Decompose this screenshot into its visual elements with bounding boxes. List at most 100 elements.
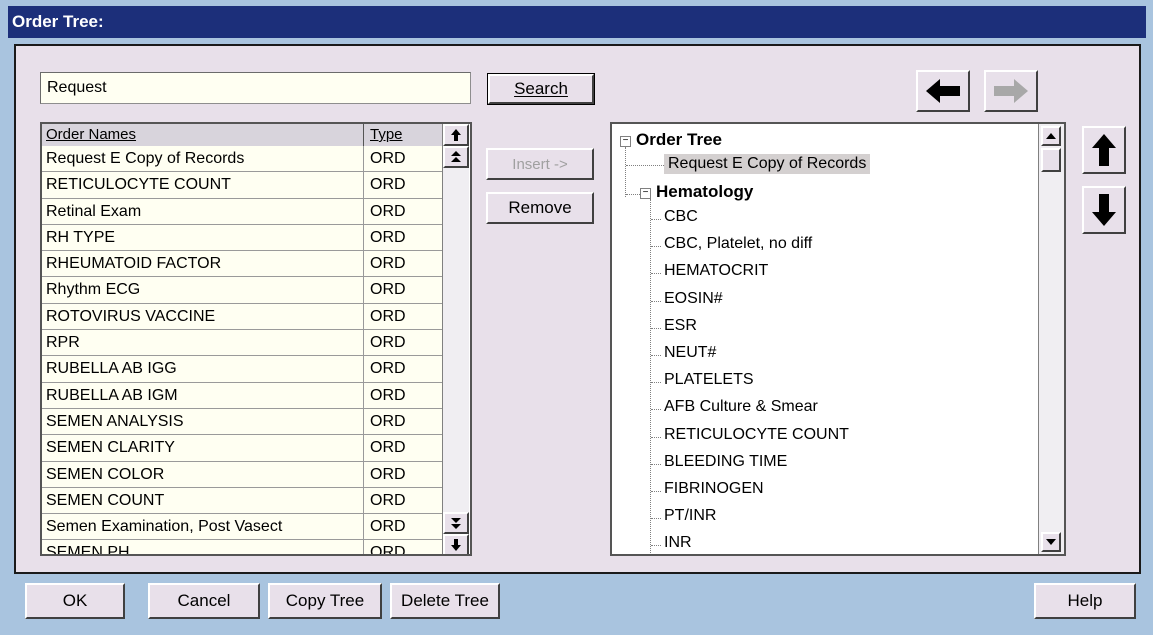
- tree-item[interactable]: BLEEDING TIME: [664, 453, 787, 471]
- arrow-up-icon: [1092, 134, 1116, 166]
- tree-item[interactable]: PLATELETS: [664, 371, 754, 389]
- arrow-up-icon: [451, 129, 461, 141]
- order-name-cell: Request E Copy of Records: [42, 146, 364, 172]
- table-row[interactable]: RH TYPE ORD: [42, 224, 442, 252]
- tree-connector: [626, 165, 664, 166]
- double-chevron-down-icon: [451, 518, 461, 529]
- title-bar: Order Tree:: [0, 0, 1153, 42]
- cancel-button[interactable]: Cancel: [148, 583, 260, 619]
- order-name-cell: SEMEN PH: [42, 540, 364, 554]
- tree-connector: [651, 545, 661, 547]
- tree-connector: [651, 327, 661, 329]
- table-row[interactable]: RHEUMATOID FACTOR ORD: [42, 251, 442, 278]
- table-row[interactable]: Retinal Exam ORD: [42, 198, 442, 225]
- table-row[interactable]: Rhythm ECG ORD: [42, 277, 442, 304]
- tree-item[interactable]: INR: [664, 534, 692, 552]
- tree-connector: [651, 355, 661, 356]
- tree-item[interactable]: CBC, Platelet, no diff: [664, 235, 812, 253]
- move-up-button[interactable]: [1082, 126, 1126, 174]
- tree-item[interactable]: FIBRINOGEN: [664, 480, 764, 498]
- order-type-cell: ORD: [370, 202, 406, 220]
- tree-scroll-down-button[interactable]: [1041, 532, 1061, 552]
- order-tree-view[interactable]: − Order Tree Request E Copy of Records −…: [610, 122, 1066, 556]
- tree-item[interactable]: ESR: [664, 317, 697, 335]
- cancel-button-label: Cancel: [177, 591, 231, 610]
- table-row[interactable]: RETICULOCYTE COUNT ORD: [42, 172, 442, 199]
- tree-item[interactable]: NEUT#: [664, 344, 716, 362]
- arrow-left-icon: [926, 79, 960, 103]
- tree-item[interactable]: EOSIN#: [664, 290, 723, 308]
- delete-tree-button-label: Delete Tree: [401, 591, 489, 610]
- tree-root-order-tree[interactable]: Order Tree: [636, 130, 722, 150]
- table-row[interactable]: ROTOVIRUS VACCINE ORD: [42, 303, 442, 331]
- table-row[interactable]: SEMEN ANALYSIS ORD: [42, 408, 442, 436]
- delete-tree-button[interactable]: Delete Tree: [390, 583, 500, 619]
- order-type-cell: ORD: [370, 465, 406, 483]
- tree-connector: [625, 147, 626, 197]
- order-type-cell: ORD: [370, 518, 406, 536]
- order-name-cell: Semen Examination, Post Vasect: [42, 514, 364, 540]
- order-name-cell: SEMEN COLOR: [42, 461, 364, 487]
- table-row[interactable]: Semen Examination, Post Vasect ORD: [42, 514, 442, 541]
- table-row[interactable]: RUBELLA AB IGM ORD: [42, 382, 442, 409]
- tree-item[interactable]: PT/INR: [664, 507, 716, 525]
- order-type-cell: ORD: [370, 255, 406, 273]
- ok-button[interactable]: OK: [25, 583, 125, 619]
- search-button-label: Search: [514, 79, 568, 98]
- collapse-hematology-icon[interactable]: −: [640, 188, 651, 199]
- back-button[interactable]: [916, 70, 970, 112]
- scroll-bottom-button[interactable]: [443, 534, 469, 554]
- collapse-root-icon[interactable]: −: [620, 136, 631, 147]
- order-name-cell: Rhythm ECG: [42, 277, 364, 303]
- table-row[interactable]: SEMEN COUNT ORD: [42, 487, 442, 515]
- list-scrollbar[interactable]: [442, 124, 469, 554]
- order-name-cell: RUBELLA AB IGM: [42, 382, 364, 408]
- tree-connector: [651, 436, 661, 438]
- help-button[interactable]: Help: [1034, 583, 1136, 619]
- remove-button[interactable]: Remove: [486, 192, 594, 224]
- table-row[interactable]: SEMEN COLOR ORD: [42, 461, 442, 488]
- tree-item[interactable]: CBC: [664, 208, 698, 226]
- column-header-order-names[interactable]: Order Names: [42, 124, 364, 146]
- scroll-page-up-button[interactable]: [443, 146, 469, 168]
- table-row[interactable]: RUBELLA AB IGG ORD: [42, 356, 442, 383]
- tree-item[interactable]: HEMATOCRIT: [664, 262, 768, 280]
- scroll-page-down-button[interactable]: [443, 512, 469, 534]
- tree-connector: [651, 463, 661, 465]
- insert-button-label: Insert ->: [512, 155, 568, 173]
- tree-scroll-thumb[interactable]: [1041, 148, 1061, 172]
- arrow-down-icon: [451, 539, 461, 551]
- copy-tree-button[interactable]: Copy Tree: [268, 583, 382, 619]
- tree-item-request-e-copy[interactable]: Request E Copy of Records: [664, 154, 871, 174]
- search-button[interactable]: Search: [487, 73, 595, 105]
- order-names-list[interactable]: Order Names Type Request E Copy of Recor…: [40, 122, 472, 556]
- insert-button[interactable]: Insert ->: [486, 148, 594, 180]
- order-name-cell: RPR: [42, 330, 364, 356]
- forward-button[interactable]: [984, 70, 1038, 112]
- table-row[interactable]: Request E Copy of Records ORD: [42, 146, 442, 173]
- order-type-cell: ORD: [370, 150, 406, 167]
- tree-item[interactable]: RETICULOCYTE COUNT: [664, 426, 849, 444]
- order-type-cell: ORD: [370, 544, 406, 556]
- table-row[interactable]: SEMEN PH ORD: [42, 540, 442, 556]
- tree-scrollbar[interactable]: [1038, 124, 1064, 554]
- help-button-label: Help: [1067, 591, 1103, 610]
- scroll-top-button[interactable]: [443, 124, 469, 146]
- arrow-right-icon: [994, 79, 1028, 103]
- column-header-type[interactable]: Type: [364, 124, 442, 146]
- list-header: Order Names Type: [42, 124, 442, 147]
- order-name-cell: ROTOVIRUS VACCINE: [42, 303, 364, 330]
- order-name-cell: SEMEN COUNT: [42, 487, 364, 514]
- tree-connector: [651, 273, 661, 275]
- tree-item[interactable]: AFB Culture & Smear: [664, 398, 818, 416]
- order-type-cell: ORD: [370, 228, 406, 246]
- tree-scroll-up-button[interactable]: [1041, 126, 1061, 146]
- list-rows: Request E Copy of Records ORD RETICULOCYTE…: [42, 146, 442, 556]
- table-row[interactable]: RPR ORD: [42, 330, 442, 357]
- move-down-button[interactable]: [1082, 186, 1126, 234]
- table-row[interactable]: SEMEN CLARITY ORD: [42, 435, 442, 462]
- order-tree-dialog: Search Order Names Type Request E Copy o…: [14, 44, 1141, 574]
- order-name-cell: RH TYPE: [42, 224, 364, 251]
- tree-group-hematology[interactable]: Hematology: [656, 182, 753, 202]
- search-input[interactable]: [40, 72, 471, 104]
